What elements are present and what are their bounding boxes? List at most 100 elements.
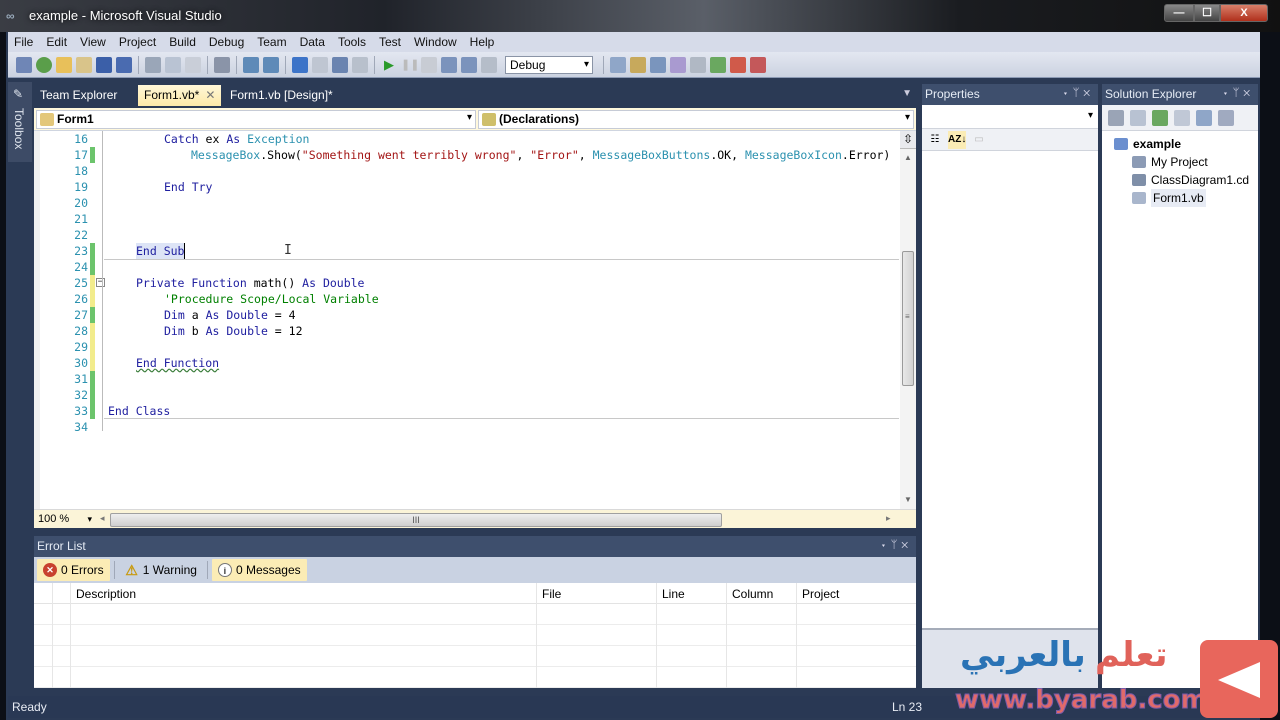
menu-build[interactable]: Build [169, 35, 196, 49]
scroll-right-icon[interactable]: ▸ [886, 513, 891, 524]
close-button[interactable]: X [1220, 4, 1268, 22]
close-panel-icon[interactable]: ✕ [1243, 87, 1254, 99]
close-tab-icon[interactable]: ✕ [205, 88, 215, 102]
toolbox-tab[interactable]: ✎ Toolbox [8, 82, 32, 162]
refresh-icon[interactable] [1152, 109, 1168, 126]
step-into-icon[interactable] [441, 56, 457, 73]
view-designer-icon[interactable] [1196, 109, 1212, 126]
cut-icon[interactable] [145, 56, 161, 73]
panel-menu-icon[interactable]: ▾ [1062, 87, 1073, 99]
column-description[interactable]: Description [76, 587, 136, 601]
pin-icon[interactable]: ᛘ [1073, 87, 1084, 99]
menu-help[interactable]: Help [470, 35, 495, 49]
navigate-back-icon[interactable] [332, 56, 348, 73]
menu-project[interactable]: Project [119, 35, 156, 49]
pin-icon[interactable]: ᛘ [891, 539, 902, 551]
scroll-up-icon[interactable]: ▲ [904, 153, 912, 162]
toolbox-icon[interactable] [670, 56, 686, 73]
window-icon[interactable] [750, 56, 766, 73]
column-project[interactable]: Project [802, 587, 839, 601]
menu-edit[interactable]: Edit [46, 35, 67, 49]
column-file[interactable]: File [542, 587, 561, 601]
tools-icon[interactable] [690, 56, 706, 73]
navigate-forward-icon[interactable] [352, 56, 368, 73]
undo-icon[interactable] [292, 56, 308, 73]
menu-data[interactable]: Data [300, 35, 325, 49]
line-number: 25 [74, 276, 88, 290]
step-over-icon[interactable] [461, 56, 477, 73]
tree-item-class-diagram[interactable]: ClassDiagram1.cd [1102, 171, 1258, 189]
zoom-level-dropdown[interactable]: 100 % [36, 512, 94, 527]
redo-icon[interactable] [312, 56, 328, 73]
change-marker [90, 371, 95, 387]
step-out-icon[interactable] [481, 56, 497, 73]
close-panel-icon[interactable]: ✕ [901, 539, 912, 551]
object-selector-dropdown[interactable] [922, 105, 1098, 129]
menu-debug[interactable]: Debug [209, 35, 244, 49]
menu-tools[interactable]: Tools [338, 35, 366, 49]
save-all-icon[interactable] [116, 56, 132, 73]
menu-test[interactable]: Test [379, 35, 401, 49]
extension-icon[interactable] [710, 56, 726, 73]
open-file-icon[interactable] [56, 56, 72, 73]
panel-menu-icon[interactable]: ▾ [1222, 87, 1233, 99]
watermark-url: www.byarab.com [955, 685, 1209, 716]
errors-filter-button[interactable]: ✕ 0 Errors [37, 559, 110, 581]
messages-filter-button[interactable]: i0 Messages [211, 559, 307, 581]
object-browser-icon[interactable] [650, 56, 666, 73]
scroll-down-icon[interactable]: ▼ [904, 495, 912, 504]
pause-icon[interactable]: ❚❚ [401, 57, 419, 73]
properties-header: Properties ▾ᛘ✕ [922, 84, 1098, 105]
pin-icon[interactable]: ᛘ [1233, 87, 1244, 99]
properties-icon[interactable] [630, 56, 646, 73]
menu-view[interactable]: View [80, 35, 106, 49]
copy-icon[interactable] [165, 56, 181, 73]
tree-item-form1[interactable]: Form1.vb [1102, 189, 1258, 207]
horizontal-scroll-thumb[interactable]: III [110, 513, 722, 527]
categorized-icon[interactable]: ☷ [926, 131, 944, 149]
stop-icon[interactable] [421, 56, 437, 73]
panel-menu-icon[interactable]: ▾ [880, 539, 891, 551]
minimize-button[interactable]: — [1164, 4, 1194, 22]
tab-team-explorer[interactable]: Team Explorer [34, 85, 123, 106]
menu-window[interactable]: Window [414, 35, 457, 49]
error-icon[interactable] [730, 56, 746, 73]
new-project-icon[interactable] [16, 56, 32, 73]
menu-team[interactable]: Team [257, 35, 286, 49]
solution-configuration-dropdown[interactable]: Debug [505, 55, 593, 74]
uncomment-icon[interactable] [263, 56, 279, 73]
properties-icon[interactable] [1108, 109, 1124, 126]
menu-file[interactable]: File [14, 35, 33, 49]
column-column[interactable]: Column [732, 587, 773, 601]
column-line[interactable]: Line [662, 587, 685, 601]
class-name-combo[interactable]: Form1 [36, 110, 476, 129]
scroll-left-icon[interactable]: ◂ [100, 513, 105, 524]
save-icon[interactable] [96, 56, 112, 73]
tree-item-my-project[interactable]: My Project [1102, 153, 1258, 171]
find-icon[interactable] [214, 56, 230, 73]
add-new-item-icon[interactable] [76, 56, 92, 73]
tab-form1-design[interactable]: Form1.vb [Design]* [224, 85, 339, 106]
tab-form1-vb[interactable]: Form1.vb* ✕ [138, 85, 222, 106]
alphabetical-icon[interactable]: AZ↓ [948, 130, 966, 149]
close-panel-icon[interactable]: ✕ [1083, 87, 1094, 99]
warnings-filter-button[interactable]: ⚠ 1 Warning [119, 559, 203, 581]
method-name-combo[interactable]: (Declarations) [478, 110, 914, 129]
code-editor[interactable]: 16 Catch ex As Exception 17 MessageBox.Sho… [34, 131, 916, 509]
tree-item-project[interactable]: example [1102, 135, 1258, 153]
maximize-button[interactable]: ☐ [1194, 4, 1220, 22]
vertical-scrollbar[interactable]: ⇳ ▲ ≡ ▼ [900, 131, 916, 509]
view-code-icon[interactable] [1174, 109, 1190, 126]
collapse-outline-icon[interactable]: − [96, 278, 105, 287]
view-class-diagram-icon[interactable] [1218, 109, 1234, 126]
comment-icon[interactable] [243, 56, 259, 73]
active-files-dropdown-icon[interactable]: ▼ [902, 88, 912, 99]
vertical-scroll-thumb[interactable]: ≡ [902, 251, 914, 386]
paste-icon[interactable] [185, 56, 201, 73]
solution-explorer-icon[interactable] [610, 56, 626, 73]
start-debug-icon[interactable]: ▶ [381, 57, 397, 73]
add-item-icon[interactable] [36, 56, 52, 73]
show-all-files-icon[interactable] [1130, 109, 1146, 126]
split-window-icon[interactable]: ⇳ [900, 131, 916, 149]
property-pages-icon[interactable]: ▭ [970, 131, 988, 149]
